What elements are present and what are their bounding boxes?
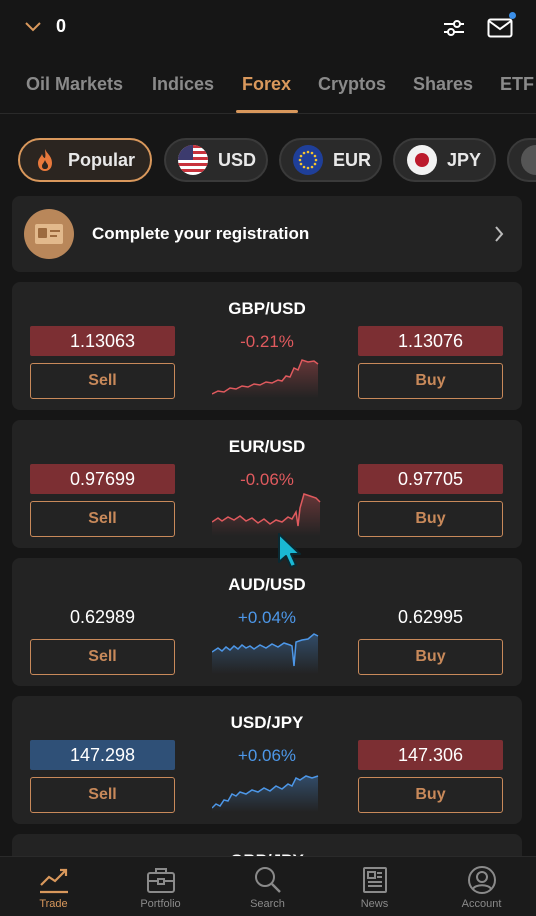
- chevron-right-icon: [495, 226, 504, 242]
- instrument-pair: GBP/USD: [228, 299, 306, 318]
- nav-label: Account: [461, 898, 502, 910]
- buy-button[interactable]: Buy: [358, 639, 503, 675]
- sell-button[interactable]: Sell: [30, 639, 175, 675]
- chip-more[interactable]: [507, 138, 536, 182]
- category-tabs: Oil Markets Indices Forex Cryptos Shares…: [0, 58, 536, 114]
- tab-oil-markets[interactable]: Oil Markets: [26, 74, 123, 95]
- bottom-navigation: Trade Portfolio Search News Account: [0, 856, 536, 916]
- fire-icon: [32, 147, 58, 173]
- chip-label: Popular: [68, 149, 136, 170]
- newspaper-icon: [362, 867, 387, 893]
- tab-etf[interactable]: ETF: [500, 74, 534, 95]
- buy-button[interactable]: Buy: [358, 501, 503, 537]
- nav-account[interactable]: Account: [428, 857, 535, 916]
- instrument-card[interactable]: USD/JPY 147.298 +0.06% 147.306 Sell Buy: [12, 696, 522, 824]
- tab-indices[interactable]: Indices: [152, 74, 214, 95]
- sliders-icon: [444, 20, 464, 36]
- nav-search[interactable]: Search: [214, 857, 321, 916]
- filter-chips: Popular USD EUR JPY: [0, 138, 536, 184]
- tab-forex[interactable]: Forex: [242, 74, 291, 95]
- chevron-down-icon: [25, 21, 41, 31]
- sell-button[interactable]: Sell: [30, 777, 175, 813]
- nav-label: News: [360, 898, 389, 910]
- instrument-pair: AUD/USD: [228, 575, 306, 594]
- notification-dot: [509, 12, 516, 19]
- balance-value: 0: [56, 16, 67, 36]
- price-sparkline: [212, 633, 319, 674]
- messages-button[interactable]: [486, 12, 516, 42]
- nav-portfolio[interactable]: Portfolio: [107, 857, 214, 916]
- price-sparkline: [212, 359, 319, 398]
- buy-price: 0.97705: [358, 464, 503, 494]
- instrument-card[interactable]: GBP/USD 1.13063 -0.21% 1.13076 Sell Buy: [12, 282, 522, 410]
- search-icon: [254, 867, 281, 893]
- chip-eur[interactable]: EUR: [279, 138, 382, 182]
- tab-cryptos[interactable]: Cryptos: [318, 74, 386, 95]
- buy-price: 1.13076: [358, 326, 503, 356]
- sell-button[interactable]: Sell: [30, 501, 175, 537]
- flag-icon: [521, 145, 536, 175]
- price-sparkline: [212, 493, 321, 536]
- top-bar: 0: [0, 0, 536, 56]
- buy-button[interactable]: Buy: [358, 363, 503, 399]
- chip-popular[interactable]: Popular: [18, 138, 152, 182]
- chip-label: JPY: [447, 149, 482, 170]
- eu-flag-icon: [293, 145, 323, 175]
- nav-label: Portfolio: [140, 898, 181, 910]
- chip-usd[interactable]: USD: [164, 138, 268, 182]
- active-tab-indicator: [236, 110, 298, 113]
- id-card-icon: [24, 209, 74, 259]
- us-flag-icon: [178, 145, 208, 175]
- instrument-pair: EUR/USD: [228, 437, 306, 456]
- jp-flag-icon: [407, 145, 437, 175]
- account-icon: [467, 866, 496, 894]
- buy-price: 0.62995: [397, 606, 464, 627]
- chip-label: EUR: [333, 149, 372, 170]
- buy-button[interactable]: Buy: [358, 777, 503, 813]
- filter-settings-button[interactable]: [440, 14, 468, 42]
- instrument-card[interactable]: EUR/USD 0.97699 -0.06% 0.97705 Sell Buy: [12, 420, 522, 548]
- complete-registration-banner[interactable]: Complete your registration: [12, 196, 522, 272]
- buy-price: 147.306: [358, 740, 503, 770]
- briefcase-icon: [146, 868, 175, 893]
- chip-jpy[interactable]: JPY: [393, 138, 496, 182]
- nav-label: Trade: [39, 898, 68, 910]
- chip-label: USD: [218, 149, 257, 170]
- tab-shares[interactable]: Shares: [413, 74, 473, 95]
- sell-button[interactable]: Sell: [30, 363, 175, 399]
- trade-chart-icon: [39, 868, 68, 894]
- nav-label: Search: [250, 898, 285, 910]
- nav-trade[interactable]: Trade: [0, 857, 107, 916]
- mail-icon: [487, 18, 513, 38]
- instrument-pair: USD/JPY: [230, 713, 304, 732]
- price-sparkline: [212, 775, 319, 812]
- nav-news[interactable]: News: [321, 857, 428, 916]
- registration-text: Complete your registration: [92, 224, 310, 243]
- balance-toggle[interactable]: 0: [24, 16, 66, 37]
- instrument-card[interactable]: AUD/USD 0.62989 +0.04% 0.62995 Sell Buy: [12, 558, 522, 686]
